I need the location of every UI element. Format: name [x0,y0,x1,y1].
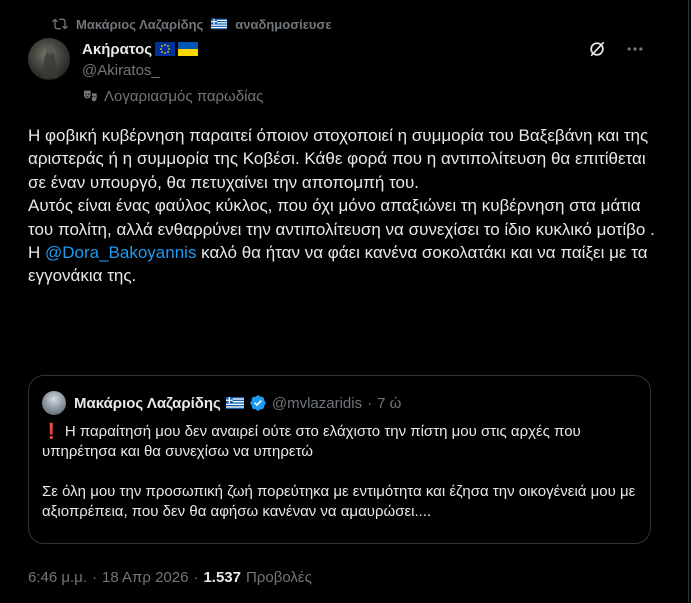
post-paragraph-2: Αυτός είναι ένας φαύλος κύκλος, που όχι … [28,196,655,239]
tweet-meta: 6:46 μ.μ. · 18 Απρ 2026 · 1.537 Προβολές [28,566,312,588]
separator-dot: · [91,568,97,586]
repost-header[interactable]: Μακάριος Λαζαρίδης αναδημοσίευσε [52,14,332,34]
quoted-author-name[interactable]: Μακάριος Λαζαρίδης [74,395,221,412]
author-handle[interactable]: @Akiratos_ [82,62,160,79]
author-avatar[interactable] [28,38,70,80]
quoted-paragraph-1: ❗ Η παραίτησή μου δεν αναιρεί ούτε στο ε… [42,422,638,462]
repost-user[interactable]: Μακάριος Λαζαρίδης [76,17,203,32]
quoted-author-avatar[interactable] [42,391,66,415]
quoted-line-1: Η παραίτησή μου δεν αναιρεί ούτε στο ελά… [42,423,581,460]
parody-mask-icon [84,90,97,102]
repost-icon [52,18,68,30]
post-text: Η φοβική κυβέρνηση παραιτεί όποιον στοχο… [28,124,658,288]
separator-dot: · [367,394,373,412]
quoted-tweet[interactable]: Μακάριος Λαζαρίδης @mvlazaridis · 7 ώ ❗ … [28,375,651,544]
mention-link[interactable]: @Dora_Bakoyannis [45,243,196,262]
author-name[interactable]: Ακήρατος [82,41,152,58]
eu-flag-icon [155,42,176,56]
ukraine-flag-icon [178,42,199,56]
author-name-row[interactable]: Ακήρατος [82,38,199,60]
parody-text: Λογαριασμός παρωδίας [104,87,264,105]
top-actions [586,38,646,60]
tweet-container: Μακάριος Λαζαρίδης αναδημοσίευσε Ακήρατο… [0,0,689,603]
post-time[interactable]: 6:46 μ.μ. [28,569,87,586]
more-options-button[interactable] [624,38,646,60]
views-count: 1.537 [203,568,241,586]
post-date[interactable]: 18 Απρ 2026 [102,569,188,586]
post-paragraph-1: Η φοβική κυβέρνηση παραιτεί όποιον στοχο… [28,126,649,192]
quoted-tweet-text: ❗ Η παραίτησή μου δεν αναιρεί ούτε στο ε… [42,422,638,522]
quoted-author-handle[interactable]: @mvlazaridis [272,395,362,412]
quoted-tweet-header: Μακάριος Λαζαρίδης @mvlazaridis · 7 ώ [42,391,401,415]
quoted-tweet-time[interactable]: 7 ώ [377,395,401,412]
post-paragraph-3-prefix: Η [28,243,45,263]
repost-action: αναδημοσίευσε [235,16,332,32]
views-label: Προβολές [245,568,312,586]
grok-button[interactable] [586,38,608,60]
grok-icon [590,41,605,57]
separator-dot: · [193,568,199,586]
parody-label: Λογαριασμός παρωδίας [82,86,263,106]
greek-flag-icon [225,397,244,409]
more-options-icon [627,47,643,51]
verified-badge-icon [250,395,266,411]
quoted-paragraph-2: Σε όλη μου την προσωπική ζωή πορεύτηκα μ… [42,483,636,520]
post-paragraph-3: Η @Dora_Bakoyannis καλό θα ήταν να φάει … [28,241,658,288]
exclamation-icon: ❗ [42,423,61,440]
greek-flag-icon [211,18,228,30]
